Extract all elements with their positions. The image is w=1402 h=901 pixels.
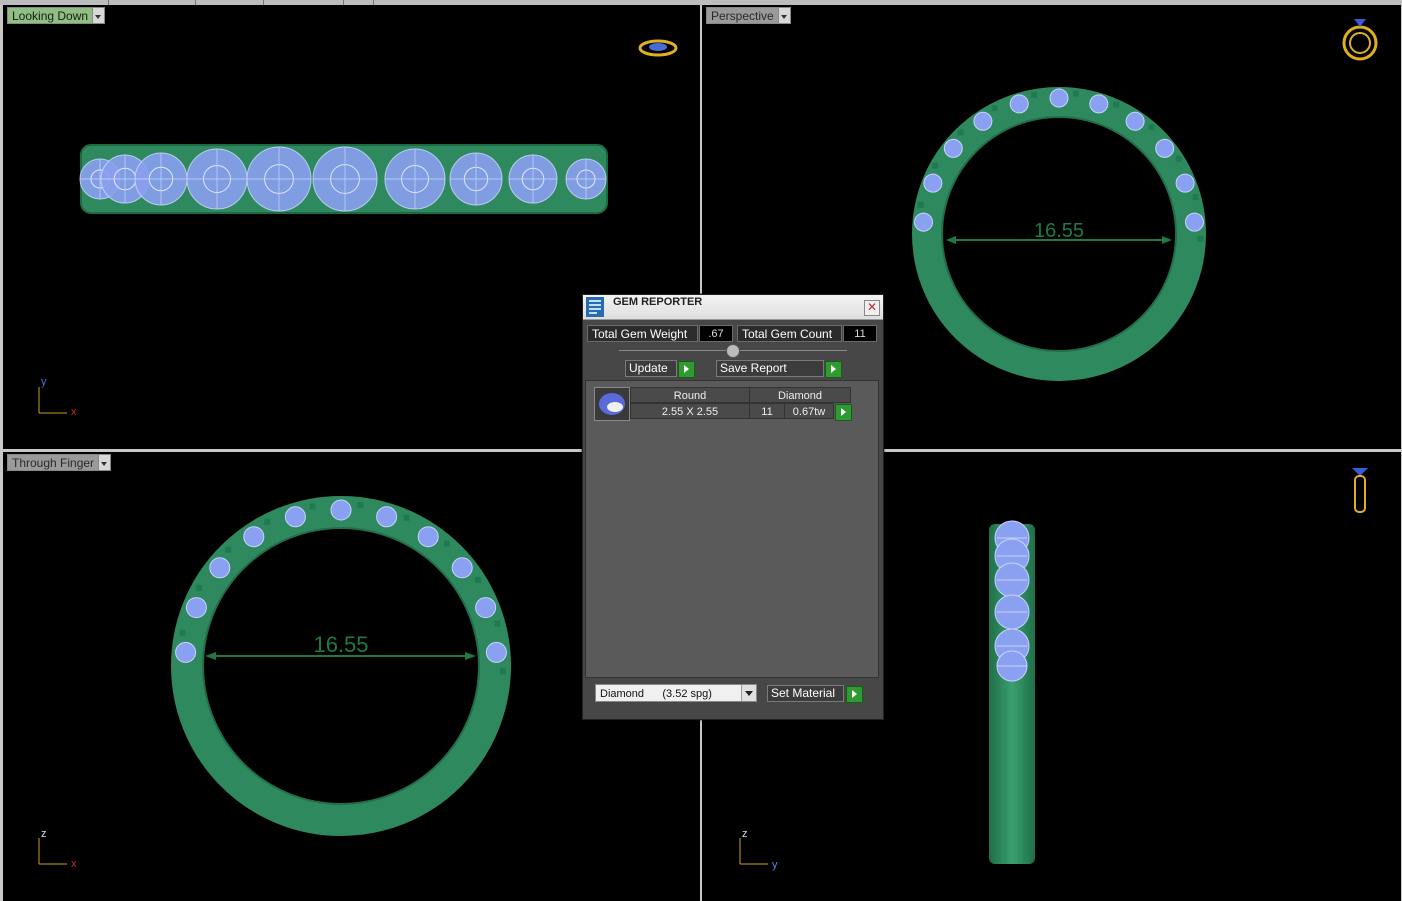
chevron-down-icon[interactable] xyxy=(98,454,112,471)
gem-stone xyxy=(376,506,398,528)
gem-stone xyxy=(914,212,933,232)
dialog-title: GEM REPORTER xyxy=(613,296,703,308)
chevron-down-icon[interactable] xyxy=(777,7,791,24)
slider-handle[interactable] xyxy=(726,344,740,358)
gem-stone xyxy=(1089,94,1109,114)
ring-perspective-icon xyxy=(1342,19,1378,61)
view-label-text: Perspective xyxy=(706,7,778,24)
gem-stone xyxy=(243,526,265,548)
total-gem-count-label: Total Gem Count xyxy=(737,325,842,342)
gem-stone xyxy=(1125,111,1145,131)
axis-indicator xyxy=(38,387,67,414)
axis-indicator xyxy=(38,838,67,865)
view-label-text: Through Finger xyxy=(7,454,99,471)
gem-list[interactable]: Round Diamond 2.55 X 2.55 11 0.67tw xyxy=(585,380,879,678)
update-button[interactable]: Update xyxy=(625,360,677,377)
gem-stone xyxy=(185,597,207,619)
gem-stone xyxy=(973,111,993,131)
gem-stone xyxy=(1155,138,1175,158)
gem-stone xyxy=(209,557,231,579)
gem-stone xyxy=(943,138,963,158)
axis-label-vertical: z xyxy=(742,828,748,840)
axis-label-horizontal: y xyxy=(772,859,778,871)
gem-stone xyxy=(923,173,943,193)
view-label-through-finger[interactable]: Through Finger xyxy=(7,454,112,471)
ring-side-view-icon xyxy=(1352,468,1368,513)
total-gem-weight-value: .67 xyxy=(699,325,733,342)
gem-stone xyxy=(1175,173,1195,193)
gem-reporter-dialog[interactable]: GEM REPORTER ✕ Total Gem Weight .67 Tota… xyxy=(582,294,884,720)
diameter-measurement: 16.55 xyxy=(313,632,368,657)
gem-material-header: Diamond xyxy=(749,387,851,403)
axis-label-horizontal: x xyxy=(71,406,77,418)
gem-stone xyxy=(1185,212,1204,232)
set-material-button[interactable]: Set Material xyxy=(767,685,844,702)
ring-top-view-icon xyxy=(638,39,678,57)
round-gem-thumbnail[interactable] xyxy=(594,387,630,421)
view-label-looking-down[interactable]: Looking Down xyxy=(7,7,106,24)
axis-indicator xyxy=(739,838,768,865)
dialog-title-bar[interactable]: GEM REPORTER ✕ xyxy=(583,295,883,320)
axis-label-horizontal: x xyxy=(71,858,77,870)
axis-label-vertical: z xyxy=(41,828,47,840)
gem-stone xyxy=(417,526,439,548)
view-label-text: Looking Down xyxy=(7,7,93,24)
gem-stone xyxy=(1049,88,1069,108)
chevron-down-icon[interactable] xyxy=(741,685,756,701)
axis-label-vertical: y xyxy=(41,376,47,388)
gem-stone xyxy=(485,641,507,663)
view-label-perspective[interactable]: Perspective xyxy=(706,7,791,24)
gem-size: 2.55 X 2.55 xyxy=(630,403,750,419)
gem-stone xyxy=(175,641,197,663)
save-report-button[interactable]: Save Report xyxy=(716,360,824,377)
play-icon[interactable] xyxy=(835,404,852,421)
gem-stone xyxy=(475,597,497,619)
gem-count: 11 xyxy=(749,403,785,419)
gem-stone xyxy=(284,506,306,528)
total-gem-count-value: 11 xyxy=(843,325,877,342)
close-icon[interactable]: ✕ xyxy=(864,300,880,316)
gem-stone xyxy=(330,499,352,521)
round-gem-icon xyxy=(599,393,625,415)
diameter-measurement: 16.55 xyxy=(1034,220,1084,242)
play-icon[interactable] xyxy=(846,686,863,703)
total-gem-weight-label: Total Gem Weight xyxy=(587,325,698,342)
gem-stone xyxy=(1009,94,1029,114)
material-select[interactable]: Diamond (3.52 spg) xyxy=(595,684,757,702)
material-select-value: Diamond (3.52 spg) xyxy=(600,688,712,700)
play-icon[interactable] xyxy=(678,361,695,378)
gem-stone xyxy=(451,557,473,579)
chevron-down-icon[interactable] xyxy=(92,7,106,24)
play-icon[interactable] xyxy=(825,361,842,378)
gem-reporter-icon xyxy=(586,297,604,317)
gem-shape-header: Round xyxy=(630,387,750,403)
gem-weight: 0.67tw xyxy=(784,403,834,419)
